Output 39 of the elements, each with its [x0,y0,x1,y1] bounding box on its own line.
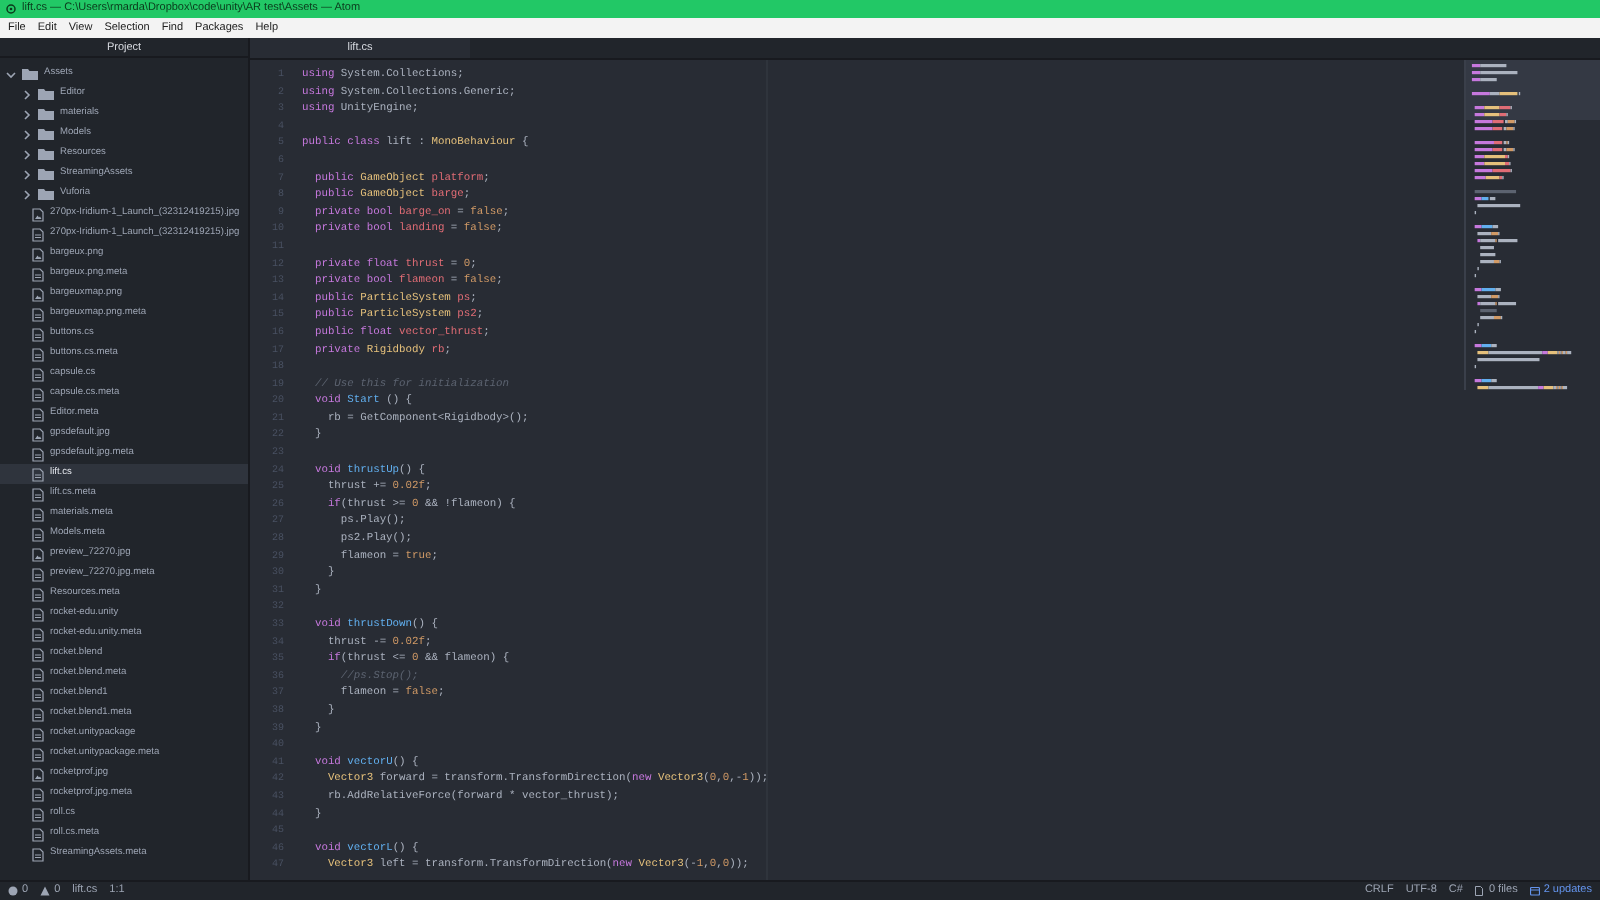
file-icon [32,307,44,321]
image-file-icon [32,427,44,441]
image-file-icon [32,247,44,261]
app-icon [6,4,16,14]
file-icon [32,807,44,821]
file-icon [32,847,44,861]
file-icon [1474,886,1485,896]
minimap-drawing[interactable] [1464,60,1600,390]
file-icon [32,367,44,381]
file-icon [32,407,44,421]
file-icon [32,787,44,801]
file-icon [32,567,44,581]
file-icon [32,747,44,761]
file-icon [32,707,44,721]
image-file-icon [32,547,44,561]
file-icon [32,667,44,681]
image-file-icon [32,767,44,781]
file-icon [32,387,44,401]
file-icon [32,447,44,461]
image-file-icon [32,207,44,221]
file-icon [32,647,44,661]
file-icon [32,527,44,541]
image-file-icon [32,287,44,301]
file-icon [32,227,44,241]
file-icon [32,827,44,841]
file-icon [32,487,44,501]
file-icon [32,727,44,741]
file-icon [32,467,44,481]
package-icon [1529,886,1540,896]
file-icon [32,607,44,621]
error-icon [8,886,18,896]
warning-icon [40,886,51,896]
file-icon [32,347,44,361]
file-icon [32,507,44,521]
file-icon [32,627,44,641]
file-icon [32,327,44,341]
file-icon [32,267,44,281]
file-icon [32,587,44,601]
file-icon [32,687,44,701]
